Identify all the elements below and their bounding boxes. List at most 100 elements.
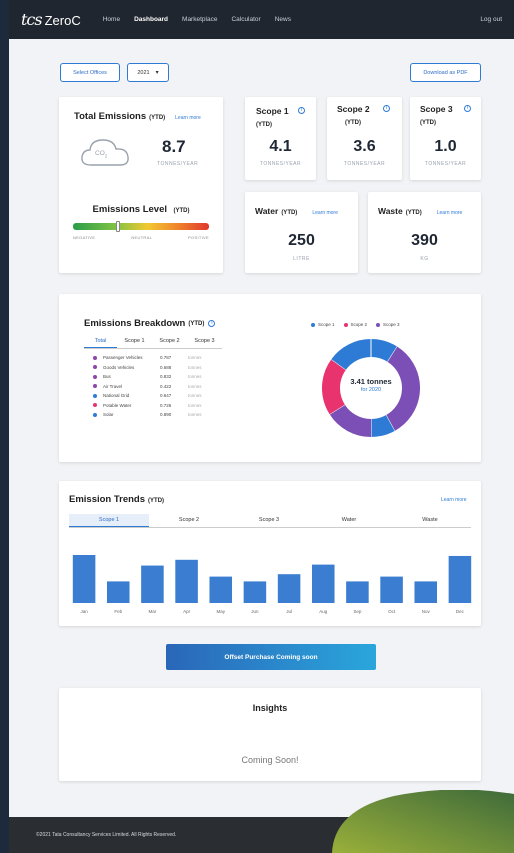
scope2-info-icon[interactable]: i: [383, 105, 390, 112]
bar-label-jul: Jul: [286, 609, 292, 614]
offset-purchase-button[interactable]: Offset Purchase Coming soon: [166, 644, 376, 670]
nav-links: Home Dashboard Marketplace Calculator Ne…: [103, 16, 481, 23]
breakdown-item-unit: tonnes: [188, 383, 202, 389]
logo-mark: tcs: [21, 10, 43, 29]
waste-ytd: (YTD): [405, 210, 422, 216]
legend-scope3-label: Scope 3: [383, 322, 400, 327]
legend-scope2: Scope 2: [343, 322, 368, 327]
logo[interactable]: tcs ZeroC: [21, 10, 81, 29]
nav-home[interactable]: Home: [103, 16, 120, 23]
top-nav: tcs ZeroC Home Dashboard Marketplace Cal…: [9, 0, 514, 39]
breakdown-item-value: 0.890: [160, 412, 172, 418]
waste-header: Waste (YTD) Learn more: [378, 206, 462, 216]
nav-dashboard[interactable]: Dashboard: [134, 16, 168, 23]
breakdown-item-dot: [93, 403, 97, 408]
breakdown-info-icon[interactable]: i: [208, 320, 216, 327]
legend-scope3: Scope 3: [376, 322, 400, 327]
level-label-neutral: NEUTRAL: [131, 235, 153, 240]
insights-title: Insights: [252, 703, 288, 713]
total-emissions-value: 8.7: [162, 137, 186, 156]
water-value: 250: [288, 232, 315, 249]
water-learn-more[interactable]: Learn more: [312, 210, 338, 216]
emissions-level-ytd: (YTD): [173, 208, 190, 214]
donut-legend: Scope 1 Scope 2 Scope 3: [311, 322, 400, 327]
footer-copyright: ©2021 Tata Consultancy Services Limited.…: [36, 832, 177, 838]
bar-apr[interactable]: [175, 559, 198, 603]
trends-tab-waste[interactable]: Waste: [389, 514, 471, 527]
breakdown-item-dot: [93, 374, 97, 379]
emissions-level-header: Emissions Level (YTD): [59, 199, 223, 217]
total-emissions-learn-more[interactable]: Learn more: [175, 115, 201, 121]
trends-tab-scope1[interactable]: Scope 1: [69, 514, 149, 527]
logout-link[interactable]: Log out: [480, 16, 502, 23]
insights-card: Insights Coming Soon!: [59, 688, 481, 781]
scope1-ytd: (YTD): [256, 122, 272, 128]
scope1-unit: TONNES/YEAR: [259, 161, 302, 167]
breakdown-tab-scope2[interactable]: Scope 2: [152, 336, 187, 348]
bar-label-may: May: [216, 609, 225, 614]
scope3-info-icon[interactable]: i: [464, 105, 471, 112]
donut-segment-scope1[interactable]: [370, 339, 398, 363]
legend-scope1: Scope 1: [311, 322, 335, 327]
year-value: 2021: [137, 69, 150, 76]
bar-label-apr: Apr: [183, 609, 191, 614]
bar-aug[interactable]: [311, 564, 335, 603]
trends-learn-more[interactable]: Learn more: [441, 497, 467, 503]
breakdown-tab-scope1[interactable]: Scope 1: [117, 336, 152, 348]
bar-dec[interactable]: [448, 555, 472, 603]
breakdown-item: Air Travel 0.422 tonnes: [93, 382, 233, 392]
breakdown-item-label: Passenger Vehicles: [103, 355, 143, 361]
donut-segment-scope3[interactable]: [329, 404, 372, 437]
scope2-title: Scope 2: [337, 104, 370, 114]
bar-oct[interactable]: [380, 576, 403, 603]
bar-jan[interactable]: [72, 555, 96, 603]
bar-mar[interactable]: [141, 565, 164, 603]
download-pdf-button[interactable]: Download as PDF: [410, 63, 481, 82]
trends-ytd: (YTD): [148, 498, 165, 504]
donut-segment-scope1[interactable]: [370, 414, 395, 437]
nav-marketplace[interactable]: Marketplace: [182, 16, 217, 23]
co2-label: CO2: [95, 150, 107, 158]
breakdown-tab-scope3[interactable]: Scope 3: [187, 336, 222, 348]
nav-news[interactable]: News: [275, 16, 291, 23]
breakdown-item-value: 0.647: [160, 393, 172, 399]
scope3-value: 1.0: [434, 138, 457, 155]
water-card: Water (YTD) Learn more 250 LITRE: [245, 192, 358, 273]
emission-trends-card: Emission Trends (YTD) Learn more Scope 1…: [59, 481, 481, 626]
breakdown-item-dot: [93, 355, 97, 360]
scope1-info-icon[interactable]: i: [298, 107, 305, 114]
breakdown-item-unit: tonnes: [188, 402, 202, 408]
legend-scope2-label: Scope 2: [350, 322, 368, 327]
bar-label-nov: Nov: [422, 609, 431, 614]
breakdown-item-label: Bus: [103, 374, 111, 380]
chevron-down-icon: ▾: [155, 70, 159, 76]
bar-may[interactable]: [209, 576, 233, 603]
trends-tab-scope2[interactable]: Scope 2: [149, 514, 229, 527]
nav-calculator[interactable]: Calculator: [231, 16, 260, 23]
bar-nov[interactable]: [414, 581, 438, 603]
water-header: Water (YTD) Learn more: [255, 206, 338, 216]
bar-label-aug: Aug: [319, 609, 328, 614]
breakdown-item: Solar 0.890 tonnes: [93, 410, 233, 420]
trends-tab-scope3[interactable]: Scope 3: [229, 514, 309, 527]
breakdown-item: Bus 0.832 tonnes: [93, 372, 233, 382]
level-label-positive: POSITIVE: [188, 235, 209, 240]
bar-feb[interactable]: [106, 581, 130, 603]
trends-tab-water[interactable]: Water: [309, 514, 389, 527]
breakdown-item-label: Solar: [103, 412, 114, 418]
waste-learn-more[interactable]: Learn more: [437, 210, 463, 216]
bar-label-feb: Feb: [114, 609, 122, 614]
bar-jul[interactable]: [277, 574, 301, 603]
select-offices-button[interactable]: Select Offices: [60, 63, 120, 82]
total-emissions-title: Total Emissions: [74, 111, 147, 122]
level-label-negative: NEGATIVE: [73, 235, 96, 240]
breakdown-tab-total[interactable]: Total: [84, 336, 117, 348]
decorative-leaf: [332, 790, 514, 853]
bar-sep[interactable]: [346, 581, 369, 603]
water-unit: LITRE: [293, 256, 310, 262]
year-select[interactable]: 2021 ▾: [127, 63, 169, 82]
bar-jun[interactable]: [243, 581, 267, 603]
legend-scope1-label: Scope 1: [318, 322, 335, 327]
bar-label-dec: Dec: [456, 609, 465, 614]
donut-segment-scope1[interactable]: [331, 339, 372, 371]
